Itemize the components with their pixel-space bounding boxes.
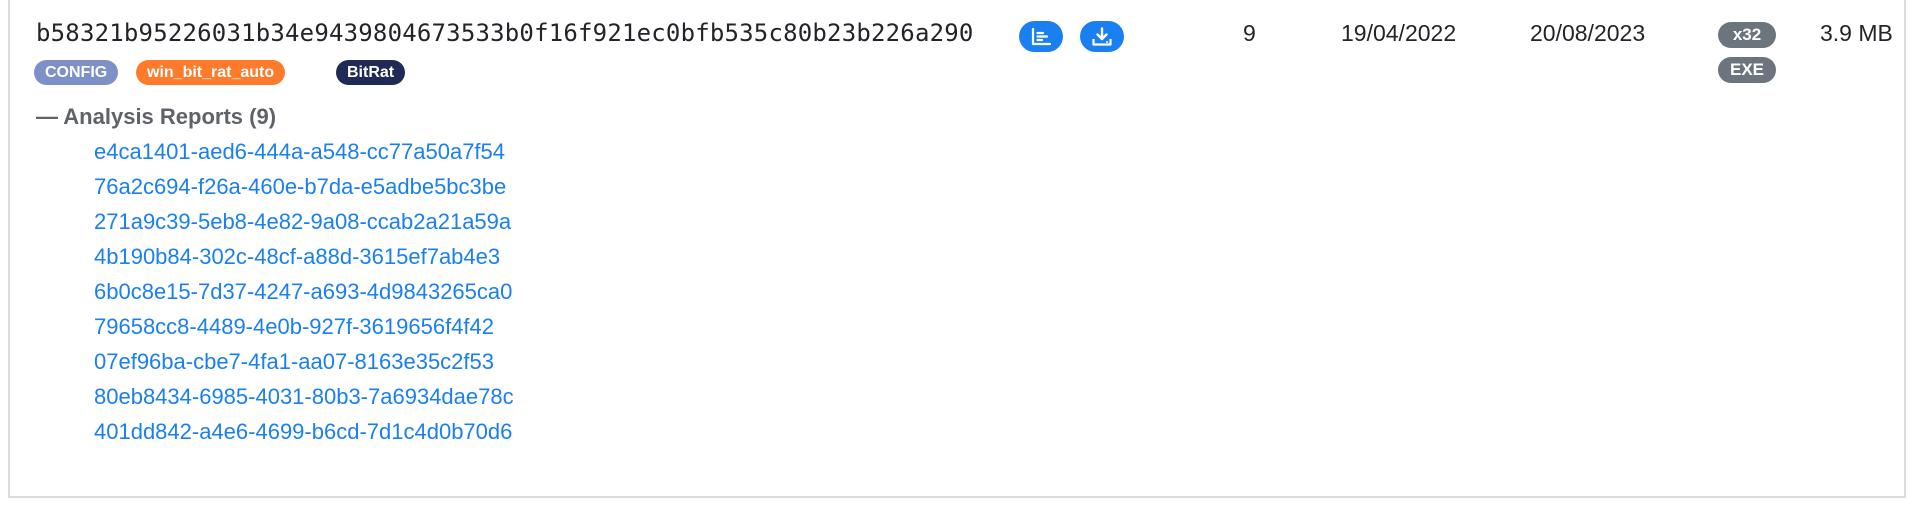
report-count: 9 — [1243, 20, 1256, 46]
report-link[interactable]: e4ca1401-aed6-444a-a548-cc77a50a7f54 — [94, 139, 505, 164]
arch-badge: x32 — [1718, 22, 1776, 48]
report-link[interactable]: 271a9c39-5eb8-4e82-9a08-ccab2a21a59a — [94, 209, 511, 234]
file-type-badge: EXE — [1718, 57, 1776, 83]
analysis-reports-list: e4ca1401-aed6-444a-a548-cc77a50a7f54 76a… — [94, 139, 514, 454]
download-button[interactable] — [1080, 21, 1124, 52]
tag-family-badge[interactable]: win_bit_rat_auto — [136, 60, 286, 85]
report-link[interactable]: 4b190b84-302c-48cf-a88d-3615ef7ab4e3 — [94, 244, 500, 269]
first-seen-date: 19/04/2022 — [1341, 20, 1457, 46]
analysis-reports-title: Analysis Reports (9) — [63, 104, 277, 129]
report-link[interactable]: 401dd842-a4e6-4699-b6cd-7d1c4d0b70d6 — [94, 419, 512, 444]
list-item: 6b0c8e15-7d37-4247-a693-4d9843265ca0 — [94, 279, 514, 314]
report-link[interactable]: 80eb8434-6985-4031-80b3-7a6934dae78c — [94, 384, 514, 409]
list-item: e4ca1401-aed6-444a-a548-cc77a50a7f54 — [94, 139, 514, 174]
collapse-icon: — — [36, 104, 58, 129]
tag-malware-badge[interactable]: BitRat — [336, 60, 406, 85]
report-link[interactable]: 6b0c8e15-7d37-4247-a693-4d9843265ca0 — [94, 279, 512, 304]
list-item: 79658cc8-4489-4e0b-927f-3619656f4f42 — [94, 314, 514, 349]
list-item: 76a2c694-f26a-460e-b7da-e5adbe5bc3be — [94, 174, 514, 209]
file-size: 3.9 MB — [1820, 20, 1893, 46]
list-item: 4b190b84-302c-48cf-a88d-3615ef7ab4e3 — [94, 244, 514, 279]
list-item: 271a9c39-5eb8-4e82-9a08-ccab2a21a59a — [94, 209, 514, 244]
list-item: 401dd842-a4e6-4699-b6cd-7d1c4d0b70d6 — [94, 419, 514, 454]
download-icon — [1091, 26, 1113, 47]
list-item: 07ef96ba-cbe7-4fa1-aa07-8163e35c2f53 — [94, 349, 514, 384]
report-link[interactable]: 79658cc8-4489-4e0b-927f-3619656f4f42 — [94, 314, 494, 339]
last-seen-date: 20/08/2023 — [1530, 20, 1646, 46]
report-link[interactable]: 07ef96ba-cbe7-4fa1-aa07-8163e35c2f53 — [94, 349, 494, 374]
sample-sha256: b58321b95226031b34e9439804673533b0f16f92… — [36, 19, 974, 47]
list-item: 80eb8434-6985-4031-80b3-7a6934dae78c — [94, 384, 514, 419]
report-list-icon — [1030, 27, 1052, 47]
report-link[interactable]: 76a2c694-f26a-460e-b7da-e5adbe5bc3be — [94, 174, 506, 199]
report-list-button[interactable] — [1019, 21, 1063, 52]
tag-config-badge[interactable]: CONFIG — [34, 60, 119, 85]
analysis-reports-toggle[interactable]: — Analysis Reports (9) — [36, 104, 276, 130]
